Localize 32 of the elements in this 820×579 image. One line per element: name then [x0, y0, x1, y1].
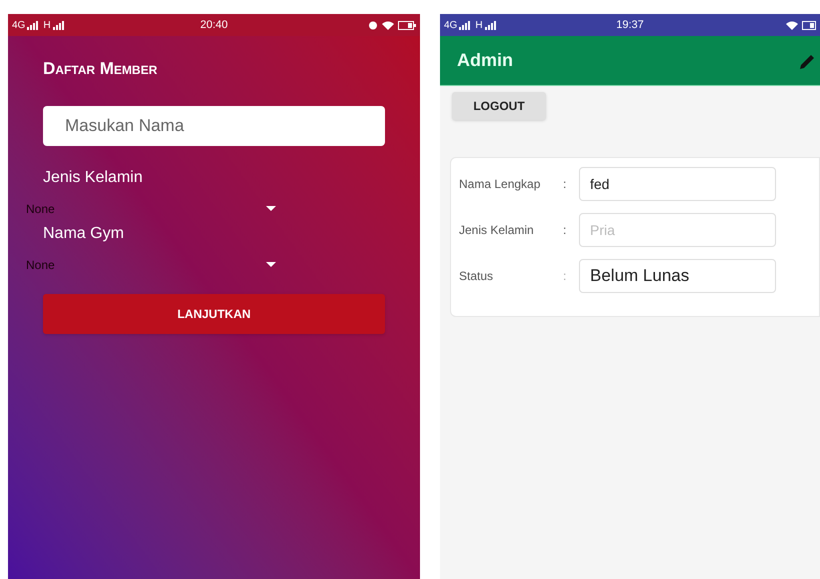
status-time: 20:40 [199, 18, 229, 33]
network-label: H [43, 18, 51, 32]
name-input-field[interactable]: Masukan Nama [43, 106, 385, 146]
signal-icon [484, 20, 497, 30]
field-label: Nama Lengkap [459, 176, 542, 193]
dropdown-arrow-icon [266, 262, 276, 267]
wifi-icon [382, 20, 394, 30]
signal-icon [27, 20, 40, 30]
field-label: Jenis Kelamin [459, 222, 535, 239]
network-label: H [475, 18, 483, 32]
text-input-field[interactable]: fed [579, 167, 776, 201]
logout-button[interactable]: LOGOUT [452, 92, 546, 120]
text-input-field[interactable]: Belum Lunas [579, 259, 776, 293]
continue-button[interactable]: LANJUTKAN [43, 294, 385, 334]
wifi-icon [786, 20, 798, 30]
signal-icon [52, 20, 65, 30]
field-label: Jenis Kelamin [43, 168, 143, 188]
screen-title: Daftar Member [43, 58, 158, 80]
field-label: Status [459, 268, 494, 285]
toolbar-title: Admin [457, 49, 513, 72]
status-time: 19:37 [615, 18, 645, 33]
dropdown-arrow-icon [266, 206, 276, 211]
signal-icon [459, 20, 472, 30]
text-input-field[interactable]: Pria [579, 213, 776, 247]
colon-separator: : [563, 268, 568, 285]
field-label: Nama Gym [43, 224, 124, 244]
colon-separator: : [563, 222, 568, 239]
colon-separator: : [563, 176, 568, 193]
battery-icon [802, 20, 816, 30]
network-label: 4G [12, 18, 26, 32]
network-label: 4G [444, 18, 458, 32]
battery-icon [398, 20, 416, 30]
